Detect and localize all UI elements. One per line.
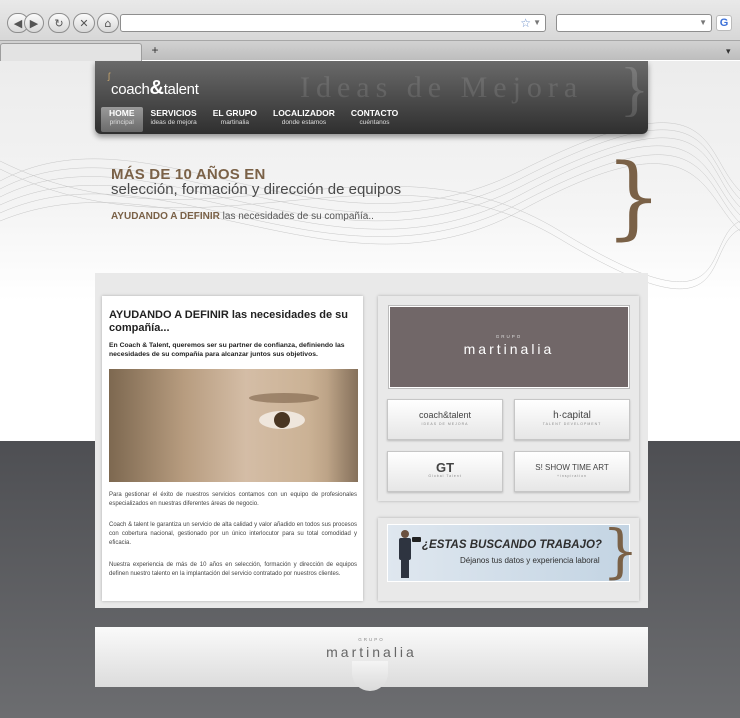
tile-sub: IDEAS DE MEJORA bbox=[421, 421, 469, 426]
hero-tagline: AYUDANDO A DEFINIR las necesidades de su… bbox=[111, 211, 374, 222]
logo-text-pre: coach bbox=[111, 81, 150, 98]
browser-chrome: ◀ ▶ ↻ ✕ ⌂ ☆ ▼ ▼ G + ▾ bbox=[0, 0, 740, 61]
main-menu: HOME principal SERVICIOS ideas de mejora E… bbox=[101, 107, 406, 132]
logo-tick-icon: ʃ bbox=[108, 71, 110, 81]
site-header: Ideas de Mejora } ʃ coach&talent HOME prin… bbox=[95, 61, 648, 134]
intro-paragraph: Nuestra experiencia de más de 10 años en… bbox=[109, 562, 357, 577]
menu-label: CONTACTO bbox=[350, 108, 399, 118]
search-engine-icon[interactable]: G bbox=[716, 15, 732, 31]
global-talent-tile[interactable]: GT Global Talent bbox=[387, 451, 503, 492]
job-subtitle: Déjanos tus datos y experiencia laboral bbox=[460, 556, 600, 565]
martinalia-name: martinalia bbox=[463, 341, 555, 357]
reload-button[interactable]: ↻ bbox=[48, 13, 70, 33]
footer-group-label: GRUPO bbox=[358, 637, 385, 642]
menu-label: EL GRUPO bbox=[212, 108, 257, 118]
photo-shade bbox=[327, 369, 358, 482]
address-bar[interactable]: ☆ ▼ bbox=[120, 14, 546, 32]
person-icon bbox=[398, 530, 412, 578]
eye-photo bbox=[109, 369, 358, 482]
menu-sublabel: cuéntanos bbox=[359, 119, 390, 126]
site-logo[interactable]: ʃ coach&talent bbox=[108, 71, 199, 100]
tile-name: GT bbox=[435, 459, 455, 475]
photo-iris bbox=[274, 412, 290, 428]
job-banner[interactable]: ¿ESTAS BUSCANDO TRABAJO? Déjanos tus dat… bbox=[387, 517, 639, 585]
reload-icon: ↻ bbox=[54, 16, 64, 30]
logo-ampersand: & bbox=[149, 77, 164, 99]
tile-content: coach&talent IDEAS DE MEJORA bbox=[418, 409, 472, 429]
binoculars-icon bbox=[412, 537, 421, 542]
person-legs bbox=[401, 560, 409, 578]
menu-label: LOCALIZADOR bbox=[273, 108, 335, 118]
menu-item-home[interactable]: HOME principal bbox=[101, 107, 143, 132]
intro-paragraph: Para gestionar el éxito de nuestros serv… bbox=[109, 492, 357, 507]
job-brace: } bbox=[602, 517, 639, 585]
chevron-down-icon[interactable]: ▼ bbox=[699, 18, 707, 27]
martinalia-banner[interactable]: GRUPO martinalia bbox=[389, 306, 629, 388]
h-capital-tile[interactable]: h·capital TALENT DEVELOPMENT bbox=[514, 399, 630, 440]
menu-sublabel: ideas de mejora bbox=[150, 119, 197, 126]
hero-subtitle: selección, formación y dirección de equi… bbox=[111, 181, 402, 198]
bookmark-star-icon[interactable]: ☆ bbox=[520, 16, 531, 30]
footer-logo[interactable]: martinalia bbox=[95, 644, 648, 660]
home-icon: ⌂ bbox=[104, 16, 112, 30]
menu-label: SERVICIOS bbox=[150, 108, 197, 118]
menu-label: HOME bbox=[109, 108, 135, 118]
stop-button[interactable]: ✕ bbox=[73, 13, 95, 33]
tab-strip: + ▾ bbox=[0, 40, 740, 61]
tile-content: h·capital TALENT DEVELOPMENT bbox=[542, 409, 602, 429]
tile-content: GT Global Talent bbox=[428, 459, 462, 481]
photo-eye bbox=[259, 411, 305, 429]
forward-icon: ▶ bbox=[29, 16, 39, 30]
tab-current[interactable] bbox=[0, 43, 142, 61]
tile-name: S! SHOW TIME ART bbox=[535, 462, 609, 472]
hero-brace: } bbox=[605, 145, 663, 250]
intro-paragraph: Coach & talent le garantiza un servicio … bbox=[109, 522, 357, 546]
menu-item-el-grupo[interactable]: EL GRUPO martinalia bbox=[205, 107, 265, 132]
hero-tagline-bold: AYUDANDO A DEFINIR bbox=[111, 211, 220, 222]
tile-sub: +inspiration bbox=[557, 473, 587, 478]
logo-text-post: talent bbox=[163, 81, 199, 98]
martinalia-group-label: GRUPO bbox=[495, 334, 523, 339]
tile-name: coach&talent bbox=[418, 409, 472, 420]
intro-title: AYUDANDO A DEFINIR las necesidades de su… bbox=[109, 309, 349, 334]
coach-talent-tile[interactable]: coach&talent IDEAS DE MEJORA bbox=[387, 399, 503, 440]
menu-item-servicios[interactable]: SERVICIOS ideas de mejora bbox=[143, 107, 205, 132]
back-icon: ◀ bbox=[13, 16, 23, 30]
job-title: ¿ESTAS BUSCANDO TRABAJO? bbox=[422, 539, 602, 551]
photo-brow bbox=[249, 393, 319, 403]
tile-sub: TALENT DEVELOPMENT bbox=[542, 421, 602, 426]
tile-name: h·capital bbox=[553, 409, 591, 421]
stop-icon: ✕ bbox=[79, 16, 89, 30]
tile-sub: Global Talent bbox=[428, 473, 462, 478]
intro-lead: En Coach & Talent, queremos ser su partn… bbox=[109, 342, 345, 358]
menu-sublabel: martinalia bbox=[220, 119, 249, 126]
menu-item-localizador[interactable]: LOCALIZADOR donde estamos bbox=[265, 107, 343, 132]
new-tab-button[interactable]: + bbox=[147, 44, 163, 58]
tile-content: S! SHOW TIME ART +inspiration bbox=[535, 463, 609, 481]
hero-tagline-rest: las necesidades de su compañía.. bbox=[219, 211, 374, 222]
menu-sublabel: principal bbox=[109, 119, 134, 126]
show-time-art-tile[interactable]: S! SHOW TIME ART +inspiration bbox=[514, 451, 630, 492]
tab-list-icon[interactable]: ▾ bbox=[726, 46, 731, 57]
intro-box: AYUDANDO A DEFINIR las necesidades de su… bbox=[102, 296, 363, 601]
forward-button[interactable]: ▶ bbox=[24, 13, 44, 33]
person-head bbox=[401, 530, 409, 538]
web-page: Ideas de Mejora } ʃ coach&talent HOME prin… bbox=[0, 61, 740, 718]
chevron-down-icon[interactable]: ▼ bbox=[533, 18, 541, 27]
person-body bbox=[399, 538, 411, 560]
menu-item-contacto[interactable]: CONTACTO cuéntanos bbox=[343, 107, 406, 132]
menu-sublabel: donde estamos bbox=[281, 119, 327, 126]
search-input[interactable]: ▼ bbox=[556, 14, 712, 32]
header-watermark: Ideas de Mejora bbox=[300, 71, 584, 104]
home-button[interactable]: ⌂ bbox=[97, 13, 119, 33]
header-brace: } bbox=[620, 61, 648, 122]
